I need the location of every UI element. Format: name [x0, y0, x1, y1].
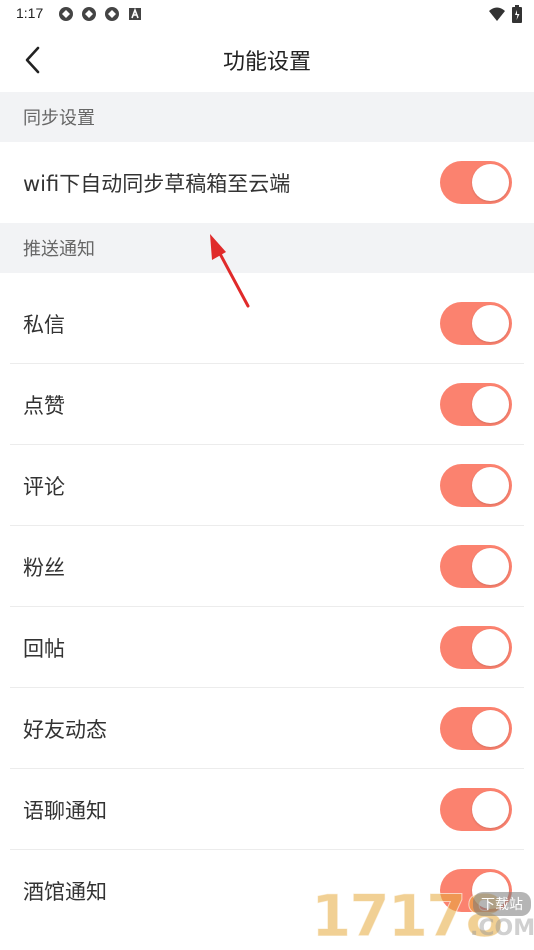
setting-label: 回帖: [23, 636, 65, 661]
status-time: 1:17: [16, 5, 44, 21]
top-app-bar: 功能设置: [0, 28, 534, 92]
comment-toggle[interactable]: [440, 464, 512, 507]
toggle-knob: [472, 164, 509, 201]
like-toggle[interactable]: [440, 383, 512, 426]
voice-chat-toggle[interactable]: [440, 788, 512, 831]
page-title: 功能设置: [222, 50, 311, 75]
toggle-knob: [472, 386, 509, 423]
setting-label: 酒馆通知: [23, 879, 107, 904]
setting-label: 好友动态: [23, 717, 107, 742]
setting-label: wifi下自动同步草稿箱至云端: [23, 171, 291, 196]
setting-label: 私信: [23, 312, 65, 337]
private-message-toggle[interactable]: [440, 302, 512, 345]
app-icon: [105, 7, 119, 21]
battery-icon: [512, 5, 522, 23]
chevron-left-icon: [25, 46, 40, 74]
setting-row-reply: 回帖: [0, 607, 534, 688]
toggle-knob: [472, 305, 509, 342]
toggle-knob: [472, 548, 509, 585]
toggle-knob: [472, 710, 509, 747]
back-button[interactable]: [20, 44, 48, 76]
wifi-icon: [489, 7, 505, 21]
setting-label: 评论: [23, 474, 65, 499]
setting-label: 点赞: [23, 393, 65, 418]
setting-label: 语聊通知: [23, 798, 107, 823]
section-header-push: 推送通知: [0, 223, 534, 273]
status-notification-icons: [58, 6, 143, 22]
setting-row-friend-activity: 好友动态: [0, 688, 534, 769]
setting-row-voice-chat: 语聊通知: [0, 769, 534, 850]
a-badge-icon: [129, 7, 141, 20]
setting-label: 粉丝: [23, 555, 65, 580]
watermark-logo: 17178 下载站 .COM: [305, 880, 534, 950]
status-bar: 1:17: [0, 0, 534, 28]
friend-activity-toggle[interactable]: [440, 707, 512, 750]
reply-toggle[interactable]: [440, 626, 512, 669]
watermark-tag: 下载站: [473, 892, 531, 916]
annotation-arrow: [210, 234, 250, 308]
app-icon: [82, 7, 96, 21]
watermark-com: .COM: [470, 916, 534, 941]
setting-row-fans: 粉丝: [0, 526, 534, 607]
setting-row-wifi-sync: wifi下自动同步草稿箱至云端: [0, 142, 534, 223]
setting-row-private-message: 私信: [0, 283, 534, 364]
fans-toggle[interactable]: [440, 545, 512, 588]
setting-row-comment: 评论: [0, 445, 534, 526]
status-right: [488, 5, 522, 23]
section-header-sync: 同步设置: [0, 92, 534, 142]
wifi-sync-toggle[interactable]: [440, 161, 512, 204]
toggle-knob: [472, 629, 509, 666]
setting-row-like: 点赞: [0, 364, 534, 445]
toggle-knob: [472, 791, 509, 828]
toggle-knob: [472, 467, 509, 504]
app-icon: [59, 7, 73, 21]
